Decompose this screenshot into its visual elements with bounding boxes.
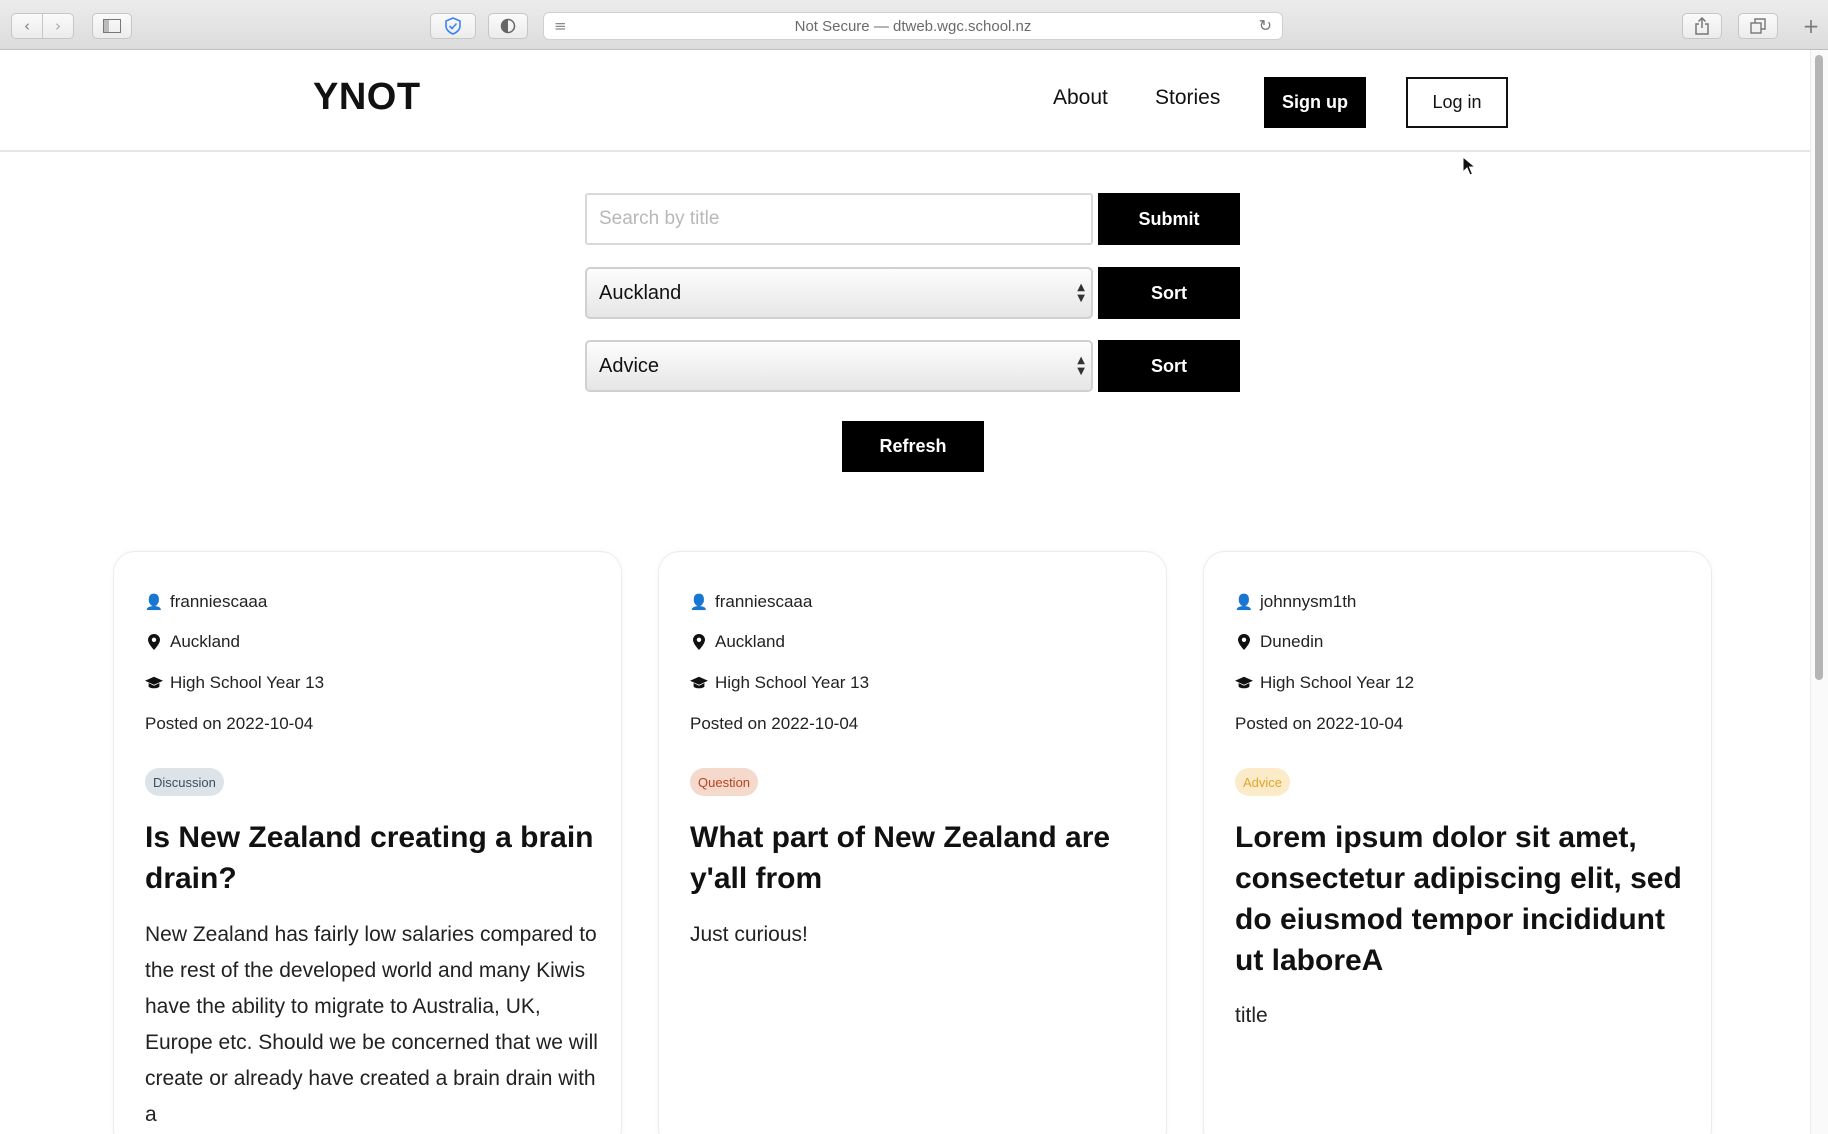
post-location-text: Dunedin <box>1260 632 1324 651</box>
chevron-left-icon[interactable]: ‹ <box>11 13 43 39</box>
share-icon[interactable] <box>1682 13 1722 39</box>
post-title[interactable]: What part of New Zealand are y'all from <box>690 817 1150 899</box>
reload-icon[interactable]: ↻ <box>1259 16 1272 35</box>
post-author-name: franniescaaa <box>715 592 813 611</box>
post-card[interactable]: 👤 johnnysm1th Dunedin High School Year 1… <box>1203 551 1712 1134</box>
post-title[interactable]: Lorem ipsum dolor sit amet, consectetur … <box>1235 817 1695 981</box>
post-body: Just curious! <box>690 923 808 946</box>
post-school-text: High School Year 13 <box>715 673 870 692</box>
sidebar-icon[interactable] <box>92 13 132 39</box>
mouse-cursor-icon <box>1462 156 1476 176</box>
nav-link-stories[interactable]: Stories <box>1155 86 1220 110</box>
post-date: Posted on 2022-10-04 <box>1235 714 1404 733</box>
location-select-value: Auckland <box>599 281 682 304</box>
post-card[interactable]: 👤 franniescaaa Auckland High School Year… <box>113 551 622 1134</box>
nav-link-about[interactable]: About <box>1053 86 1108 110</box>
user-icon: 👤 <box>689 593 709 611</box>
post-author: 👤 franniescaaa <box>689 592 813 612</box>
search-input[interactable] <box>585 193 1093 245</box>
category-select-value: Advice <box>599 354 660 377</box>
graduation-cap-icon <box>1235 676 1253 690</box>
chevron-right-icon[interactable]: › <box>42 13 74 39</box>
post-location-text: Auckland <box>715 632 785 651</box>
sort-category-button[interactable]: Sort <box>1098 340 1240 392</box>
post-body: New Zealand has fairly low salaries comp… <box>145 923 598 1126</box>
post-school: High School Year 13 <box>690 673 869 693</box>
privacy-report-icon[interactable] <box>488 13 528 39</box>
shield-icon[interactable] <box>430 13 476 39</box>
tabs-icon[interactable] <box>1738 13 1778 39</box>
plus-icon[interactable]: + <box>1796 13 1826 39</box>
post-school-text: High School Year 12 <box>1260 673 1415 692</box>
post-author: 👤 johnnysm1th <box>1234 592 1357 612</box>
url-text: Not Secure — dtweb.wgc.school.nz <box>794 17 1032 35</box>
map-pin-icon <box>1235 634 1253 650</box>
post-date: Posted on 2022-10-04 <box>690 714 859 733</box>
select-arrows-icon: ▲ ▼ <box>1077 282 1085 304</box>
post-school: High School Year 12 <box>1235 673 1414 693</box>
submit-button[interactable]: Submit <box>1098 193 1240 245</box>
category-select[interactable]: Advice ▲ ▼ <box>585 340 1093 392</box>
browser-toolbar: ‹ › ≡ Not Secure — dtweb.wgc.school.nz ↻… <box>0 0 1828 50</box>
map-pin-icon <box>145 634 163 650</box>
location-select[interactable]: Auckland ▲ ▼ <box>585 267 1093 319</box>
post-author: 👤 franniescaaa <box>144 592 268 612</box>
post-school: High School Year 13 <box>145 673 324 693</box>
post-date: Posted on 2022-10-04 <box>145 714 314 733</box>
post-author-name: franniescaaa <box>170 592 268 611</box>
post-tag-badge[interactable]: Question <box>690 768 759 796</box>
graduation-cap-icon <box>690 676 708 690</box>
address-bar[interactable]: ≡ Not Secure — dtweb.wgc.school.nz ↻ <box>543 12 1283 40</box>
select-arrows-icon: ▲ ▼ <box>1077 355 1085 377</box>
signup-button[interactable]: Sign up <box>1264 77 1366 128</box>
post-tag-badge[interactable]: Discussion <box>145 768 224 796</box>
user-icon: 👤 <box>144 593 164 611</box>
site-logo[interactable]: YNOT <box>313 76 421 119</box>
post-location: Auckland <box>145 632 240 652</box>
post-location: Auckland <box>690 632 785 652</box>
post-body: title <box>1235 1004 1268 1027</box>
refresh-button[interactable]: Refresh <box>842 421 984 472</box>
post-tag-badge[interactable]: Advice <box>1235 768 1291 796</box>
post-author-name: johnnysm1th <box>1260 592 1357 611</box>
post-location: Dunedin <box>1235 632 1323 652</box>
post-card[interactable]: 👤 franniescaaa Auckland High School Year… <box>658 551 1167 1134</box>
login-button[interactable]: Log in <box>1406 77 1508 128</box>
post-location-text: Auckland <box>170 632 240 651</box>
post-title[interactable]: Is New Zealand creating a brain drain? <box>145 817 605 899</box>
site-header: YNOT About Stories Sign up Log in <box>0 50 1810 176</box>
user-icon: 👤 <box>1234 593 1254 611</box>
sort-location-button[interactable]: Sort <box>1098 267 1240 319</box>
scrollbar-thumb[interactable] <box>1815 55 1823 680</box>
graduation-cap-icon <box>145 676 163 690</box>
post-school-text: High School Year 13 <box>170 673 325 692</box>
map-pin-icon <box>690 634 708 650</box>
reader-icon[interactable]: ≡ <box>554 17 567 35</box>
